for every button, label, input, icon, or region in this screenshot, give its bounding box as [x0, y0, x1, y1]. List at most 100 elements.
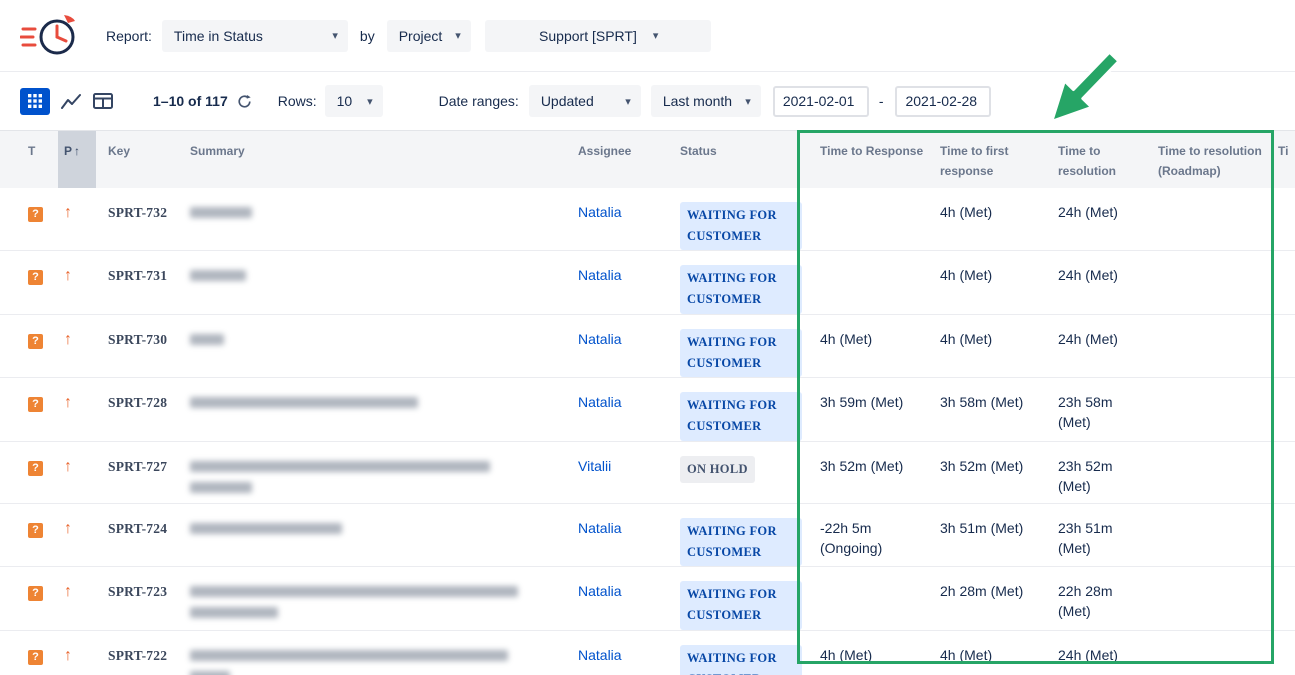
topbar: Report: Time in Status ▾ by Project ▾ Su… [0, 0, 1295, 72]
issue-key[interactable]: SPRT-723 [108, 584, 167, 599]
time-to-first-response-value: 2h 28m (Met) [940, 583, 1023, 599]
time-to-first-response-value: 4h (Met) [940, 647, 992, 663]
date-from-input[interactable] [773, 86, 869, 117]
table-row[interactable]: ? ↑ SPRT-731 Natalia WAITING FOR CUSTOME… [0, 251, 1295, 315]
time-to-resolution-value: 24h (Met) [1058, 647, 1118, 663]
date-preset-value: Last month [663, 93, 732, 109]
issue-type-question-icon: ? [28, 586, 43, 601]
table-row[interactable]: ? ↑ SPRT-732 Natalia WAITING FOR CUSTOME… [0, 188, 1295, 251]
column-header-clipped: Ti [1270, 131, 1295, 188]
priority-up-icon: ↑ [64, 458, 72, 475]
table-row[interactable]: ? ↑ SPRT-730 Natalia WAITING FOR CUSTOME… [0, 314, 1295, 378]
status-badge: WAITING FOR CUSTOMER [680, 202, 802, 251]
board-view-button[interactable] [93, 93, 113, 109]
time-to-response-value: 3h 52m (Met) [820, 458, 903, 474]
chart-view-button[interactable] [61, 93, 82, 110]
issue-key[interactable]: SPRT-727 [108, 459, 167, 474]
issue-key[interactable]: SPRT-724 [108, 521, 167, 536]
time-to-first-response-value: 3h 58m (Met) [940, 394, 1023, 410]
date-to-input[interactable] [895, 86, 991, 117]
clock-speed-logo-icon [20, 12, 80, 60]
issue-type-question-icon: ? [28, 650, 43, 665]
time-to-resolution-value: 23h 51m (Met) [1058, 520, 1112, 556]
time-to-resolution-value: 24h (Met) [1058, 267, 1118, 283]
time-to-first-response-value: 3h 52m (Met) [940, 458, 1023, 474]
column-header-key[interactable]: Key [96, 131, 182, 188]
column-header-time-to-first-response[interactable]: Time to first response [932, 131, 1050, 188]
assignee-link[interactable]: Natalia [578, 331, 622, 347]
time-to-first-response-value: 3h 51m (Met) [940, 520, 1023, 536]
chevron-down-icon: ▾ [625, 95, 631, 108]
refresh-icon [237, 94, 252, 109]
by-label: by [360, 28, 375, 44]
table-row[interactable]: ? ↑ SPRT-722 Natalia WAITING FOR CUSTOME… [0, 630, 1295, 675]
column-header-time-to-resolution[interactable]: Time to resolution [1050, 131, 1150, 188]
time-to-first-response-value: 4h (Met) [940, 204, 992, 220]
date-range-separator: - [879, 93, 884, 109]
rows-per-page-select[interactable]: 10 ▾ [325, 85, 383, 117]
rows-label: Rows: [278, 93, 317, 109]
summary-redacted [190, 202, 562, 218]
project-select[interactable]: Support [SPRT] ▾ [485, 20, 711, 52]
refresh-button[interactable] [237, 94, 252, 109]
chevron-down-icon: ▾ [745, 95, 751, 108]
column-header-time-to-response[interactable]: Time to Response [812, 131, 932, 188]
assignee-link[interactable]: Vitalii [578, 458, 611, 474]
assignee-link[interactable]: Natalia [578, 394, 622, 410]
grid-view-button[interactable] [20, 88, 50, 115]
time-to-response-value: 3h 59m (Met) [820, 394, 903, 410]
board-layout-icon [93, 93, 113, 109]
assignee-link[interactable]: Natalia [578, 520, 622, 536]
group-by-select[interactable]: Project ▾ [387, 20, 471, 52]
summary-redacted [190, 456, 562, 493]
time-to-resolution-value: 22h 28m (Met) [1058, 583, 1112, 619]
assignee-link[interactable]: Natalia [578, 267, 622, 283]
grid-icon [28, 94, 42, 108]
status-badge: WAITING FOR CUSTOMER [680, 329, 802, 378]
status-badge: ON HOLD [680, 456, 755, 483]
summary-redacted [190, 392, 562, 408]
assignee-link[interactable]: Natalia [578, 583, 622, 599]
issue-key[interactable]: SPRT-728 [108, 395, 167, 410]
priority-up-icon: ↑ [64, 583, 72, 600]
column-header-assignee[interactable]: Assignee [570, 131, 672, 188]
date-field-select[interactable]: Updated ▾ [529, 85, 641, 117]
status-badge: WAITING FOR CUSTOMER [680, 645, 802, 675]
report-type-value: Time in Status [174, 28, 263, 44]
priority-up-icon: ↑ [64, 520, 72, 537]
table-header-row: T P↑ Key Summary Assignee Status Time to… [0, 131, 1295, 188]
sort-up-icon: ↑ [74, 144, 80, 158]
time-to-first-response-value: 4h (Met) [940, 267, 992, 283]
column-header-time-to-resolution-roadmap[interactable]: Time to resolution (Roadmap) [1150, 131, 1270, 188]
summary-redacted [190, 581, 562, 618]
summary-redacted [190, 645, 562, 675]
table-row[interactable]: ? ↑ SPRT-724 Natalia WAITING FOR CUSTOME… [0, 503, 1295, 567]
date-ranges-label: Date ranges: [439, 93, 519, 109]
issue-key[interactable]: SPRT-722 [108, 648, 167, 663]
priority-up-icon: ↑ [64, 647, 72, 664]
issue-key[interactable]: SPRT-732 [108, 205, 167, 220]
time-to-response-value: 4h (Met) [820, 647, 872, 663]
table-row[interactable]: ? ↑ SPRT-727 Vitalii ON HOLD 3h 52m (Met… [0, 441, 1295, 503]
issue-key[interactable]: SPRT-731 [108, 268, 167, 283]
table-body: ? ↑ SPRT-732 Natalia WAITING FOR CUSTOME… [0, 188, 1295, 675]
issue-type-question-icon: ? [28, 270, 43, 285]
date-preset-select[interactable]: Last month ▾ [651, 85, 761, 117]
column-header-type[interactable]: T [0, 131, 58, 188]
project-value: Support [SPRT] [539, 28, 637, 44]
report-type-select[interactable]: Time in Status ▾ [162, 20, 348, 52]
table-row[interactable]: ? ↑ SPRT-723 Natalia WAITING FOR CUSTOME… [0, 567, 1295, 631]
table-row[interactable]: ? ↑ SPRT-728 Natalia WAITING FOR CUSTOME… [0, 378, 1295, 442]
column-header-summary[interactable]: Summary [182, 131, 570, 188]
column-header-status[interactable]: Status [672, 131, 812, 188]
time-to-first-response-value: 4h (Met) [940, 331, 992, 347]
summary-redacted [190, 265, 562, 281]
issue-key[interactable]: SPRT-730 [108, 332, 167, 347]
summary-redacted [190, 518, 562, 534]
column-header-priority[interactable]: P↑ [58, 131, 96, 188]
date-field-value: Updated [541, 93, 594, 109]
assignee-link[interactable]: Natalia [578, 647, 622, 663]
issue-type-question-icon: ? [28, 397, 43, 412]
assignee-link[interactable]: Natalia [578, 204, 622, 220]
time-to-response-value: 4h (Met) [820, 331, 872, 347]
